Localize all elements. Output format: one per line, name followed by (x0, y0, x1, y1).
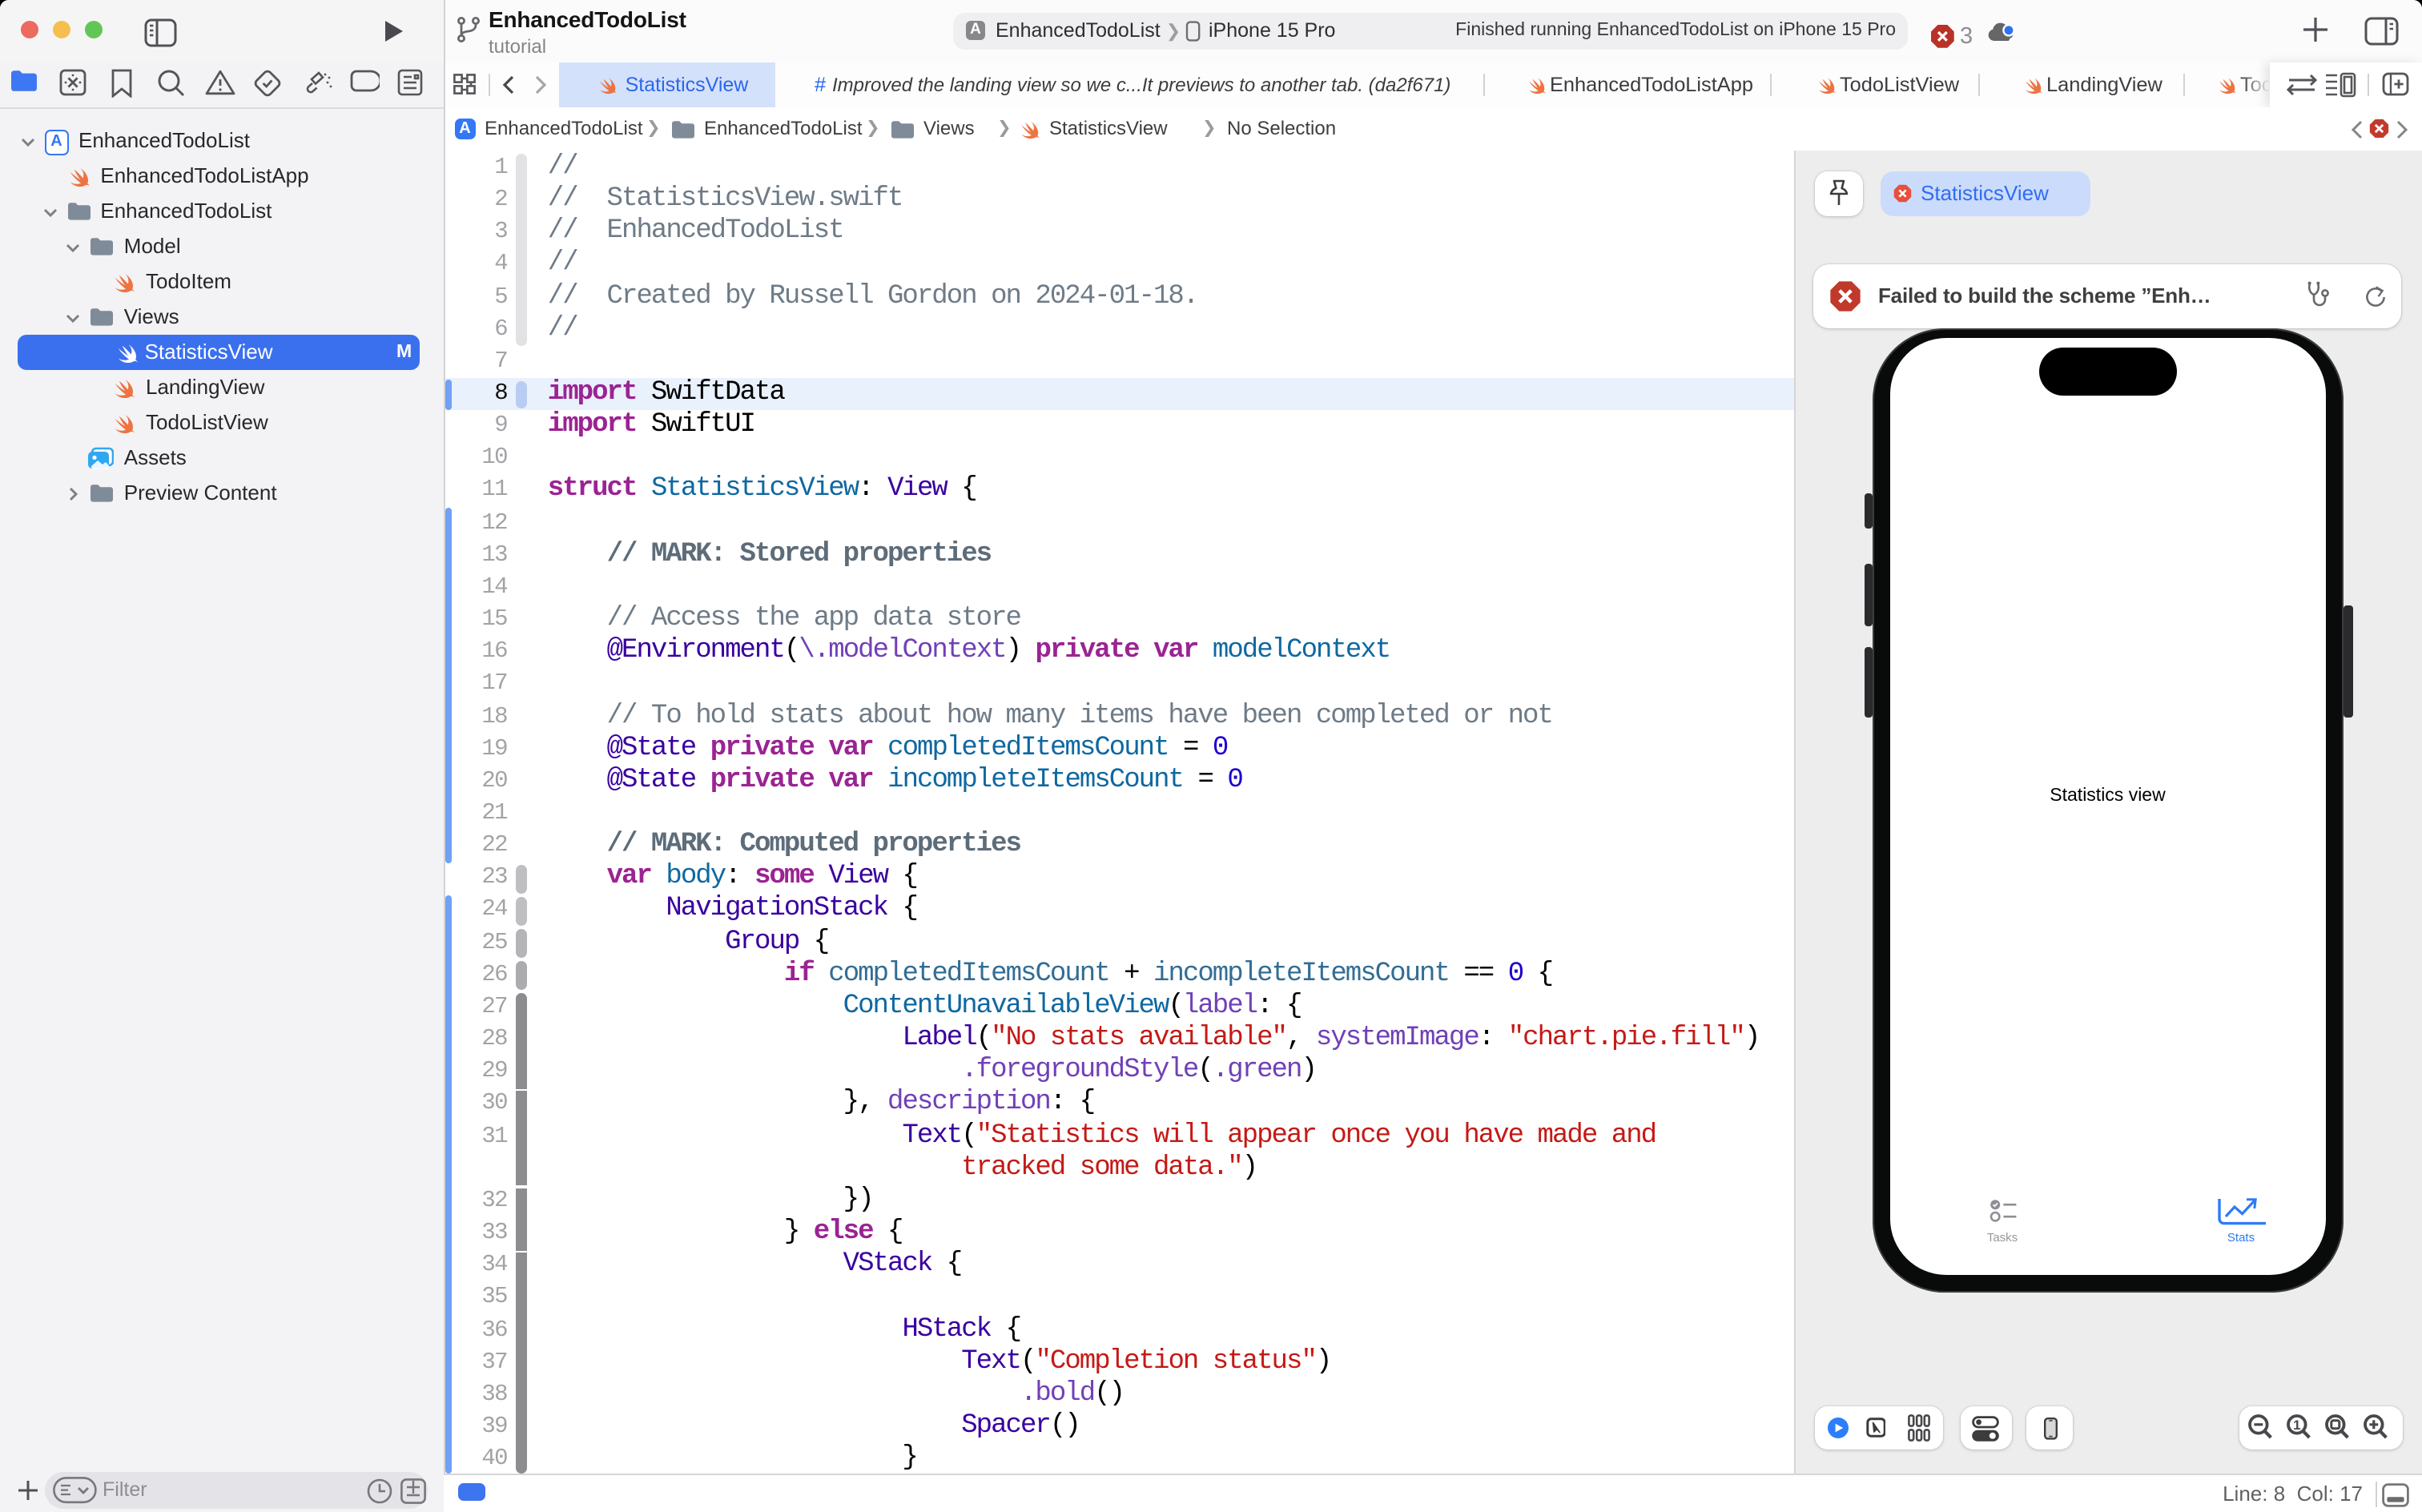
svg-text:1: 1 (2294, 1418, 2301, 1434)
